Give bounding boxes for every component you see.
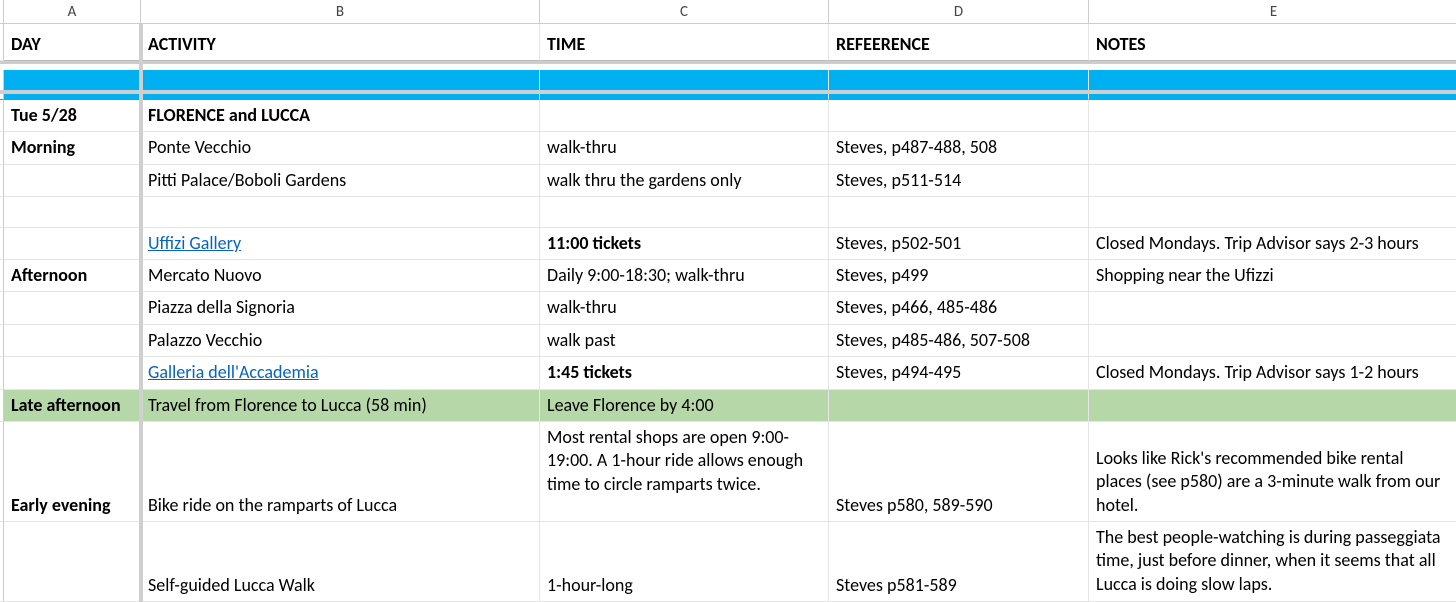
column-header-B[interactable]: B bbox=[141, 0, 540, 23]
cell-reference[interactable]: Steves, p485-486, 507-508 bbox=[829, 325, 1089, 357]
cell[interactable] bbox=[141, 70, 540, 100]
cell-activity[interactable]: Self-guided Lucca Walk bbox=[141, 522, 540, 602]
cell-reference[interactable] bbox=[829, 100, 1089, 132]
cell-time[interactable]: walk thru the gardens only bbox=[540, 165, 829, 197]
cell-notes[interactable] bbox=[1089, 100, 1456, 132]
cell-reference[interactable]: Steves, p499 bbox=[829, 260, 1089, 292]
section-divider-row bbox=[0, 70, 1456, 100]
cell-time[interactable]: 11:00 tickets bbox=[540, 228, 829, 260]
header-activity[interactable]: ACTIVITY bbox=[141, 24, 540, 61]
header-day[interactable]: DAY bbox=[4, 24, 141, 61]
cell[interactable] bbox=[829, 70, 1089, 100]
cell-time[interactable]: 1:45 tickets bbox=[540, 357, 829, 389]
cell-reference[interactable] bbox=[829, 197, 1089, 228]
cell-time[interactable] bbox=[540, 197, 829, 228]
column-header-E[interactable]: E bbox=[1089, 0, 1456, 23]
cell-time[interactable]: Most rental shops are open 9:00-19:00. A… bbox=[540, 422, 829, 522]
cell[interactable] bbox=[1089, 70, 1456, 100]
cell-reference[interactable]: Steves, p487-488, 508 bbox=[829, 132, 1089, 164]
cell-day[interactable]: Late afternoon bbox=[4, 390, 141, 422]
cell-day[interactable] bbox=[4, 292, 141, 324]
accademia-link[interactable]: Galleria dell'Accademia bbox=[148, 361, 319, 384]
cell-activity[interactable]: Uffizi Gallery bbox=[141, 228, 540, 260]
cell-time[interactable]: walk past bbox=[540, 325, 829, 357]
cell-time[interactable] bbox=[540, 100, 829, 132]
cell-activity[interactable]: Ponte Vecchio bbox=[141, 132, 540, 164]
cell-reference[interactable]: Steves, p466, 485-486 bbox=[829, 292, 1089, 324]
cell-time[interactable]: Daily 9:00-18:30; walk-thru bbox=[540, 260, 829, 292]
table-row: Galleria dell'Accademia 1:45 tickets Ste… bbox=[0, 357, 1456, 389]
cell[interactable] bbox=[4, 70, 141, 100]
cell-reference[interactable]: Steves, p511-514 bbox=[829, 165, 1089, 197]
cell-reference[interactable]: Steves p581-589 bbox=[829, 522, 1089, 602]
cell-notes[interactable]: Closed Mondays. Trip Advisor says 2-3 ho… bbox=[1089, 228, 1456, 260]
uffizi-link[interactable]: Uffizi Gallery bbox=[148, 232, 241, 255]
header-row: DAY ACTIVITY TIME REFEERENCE NOTES bbox=[0, 24, 1456, 64]
table-row: Morning Ponte Vecchio walk-thru Steves, … bbox=[0, 132, 1456, 164]
cell-day[interactable] bbox=[4, 228, 141, 260]
column-header-A[interactable]: A bbox=[4, 0, 141, 23]
cell-day[interactable]: Tue 5/28 bbox=[4, 100, 141, 132]
cell-reference[interactable]: Steves, p494-495 bbox=[829, 357, 1089, 389]
cell-reference[interactable] bbox=[829, 390, 1089, 422]
spreadsheet: A B C D E DAY ACTIVITY TIME REFEERENCE N… bbox=[0, 0, 1456, 602]
table-row: Early evening Bike ride on the ramparts … bbox=[0, 422, 1456, 522]
cell-day[interactable] bbox=[4, 357, 141, 389]
cell-day[interactable]: Early evening bbox=[4, 422, 141, 522]
cell-notes[interactable] bbox=[1089, 197, 1456, 228]
cell-day[interactable] bbox=[4, 197, 141, 228]
cell-notes[interactable] bbox=[1089, 292, 1456, 324]
cell-notes[interactable]: The best people-watching is during passe… bbox=[1089, 522, 1456, 602]
table-row: Pitti Palace/Boboli Gardens walk thru th… bbox=[0, 165, 1456, 197]
table-row: Tue 5/28 FLORENCE and LUCCA bbox=[0, 100, 1456, 132]
cell-activity[interactable]: Travel from Florence to Lucca (58 min) bbox=[141, 390, 540, 422]
column-header-C[interactable]: C bbox=[540, 0, 829, 23]
cell-activity[interactable]: Galleria dell'Accademia bbox=[141, 357, 540, 389]
cell-notes[interactable] bbox=[1089, 165, 1456, 197]
cell-time[interactable]: 1-hour-long bbox=[540, 522, 829, 602]
cell-day[interactable] bbox=[4, 325, 141, 357]
cell-day[interactable] bbox=[4, 522, 141, 602]
cell-activity[interactable]: FLORENCE and LUCCA bbox=[141, 100, 540, 132]
cell[interactable] bbox=[540, 70, 829, 100]
cell-activity[interactable]: Piazza della Signoria bbox=[141, 292, 540, 324]
cell-day[interactable] bbox=[4, 165, 141, 197]
freeze-column-divider bbox=[139, 24, 143, 602]
cell-reference[interactable]: Steves, p502-501 bbox=[829, 228, 1089, 260]
cell-activity[interactable]: Palazzo Vecchio bbox=[141, 325, 540, 357]
cell-activity[interactable] bbox=[141, 197, 540, 228]
cell-time[interactable]: Leave Florence by 4:00 bbox=[540, 390, 829, 422]
cell-notes[interactable]: Shopping near the Ufizzi bbox=[1089, 260, 1456, 292]
header-notes[interactable]: NOTES bbox=[1089, 24, 1456, 61]
grid-body: DAY ACTIVITY TIME REFEERENCE NOTES Tue 5… bbox=[0, 24, 1456, 602]
cell-activity[interactable]: Bike ride on the ramparts of Lucca bbox=[141, 422, 540, 522]
freeze-row-divider bbox=[0, 90, 1456, 94]
cell-time[interactable]: walk-thru bbox=[540, 132, 829, 164]
cell-notes[interactable]: Looks like Rick's recommended bike renta… bbox=[1089, 422, 1456, 522]
table-row: Palazzo Vecchio walk past Steves, p485-4… bbox=[0, 325, 1456, 357]
cell-notes[interactable]: Closed Mondays. Trip Advisor says 1-2 ho… bbox=[1089, 357, 1456, 389]
cell-notes[interactable] bbox=[1089, 325, 1456, 357]
cell-activity[interactable]: Mercato Nuovo bbox=[141, 260, 540, 292]
column-header-row: A B C D E bbox=[0, 0, 1456, 24]
cell-notes[interactable] bbox=[1089, 132, 1456, 164]
header-time[interactable]: TIME bbox=[540, 24, 829, 61]
table-row: Afternoon Mercato Nuovo Daily 9:00-18:30… bbox=[0, 260, 1456, 292]
cell-activity[interactable]: Pitti Palace/Boboli Gardens bbox=[141, 165, 540, 197]
cell-day[interactable]: Afternoon bbox=[4, 260, 141, 292]
table-row: Piazza della Signoria walk-thru Steves, … bbox=[0, 292, 1456, 324]
table-row: Self-guided Lucca Walk 1-hour-long Steve… bbox=[0, 522, 1456, 602]
cell-reference[interactable]: Steves p580, 589-590 bbox=[829, 422, 1089, 522]
cell-notes[interactable] bbox=[1089, 390, 1456, 422]
column-header-D[interactable]: D bbox=[829, 0, 1089, 23]
cell-time[interactable]: walk-thru bbox=[540, 292, 829, 324]
table-row-travel: Late afternoon Travel from Florence to L… bbox=[0, 390, 1456, 422]
header-reference[interactable]: REFEERENCE bbox=[829, 24, 1089, 61]
table-row bbox=[0, 197, 1456, 228]
table-row: Uffizi Gallery 11:00 tickets Steves, p50… bbox=[0, 228, 1456, 260]
cell-day[interactable]: Morning bbox=[4, 132, 141, 164]
